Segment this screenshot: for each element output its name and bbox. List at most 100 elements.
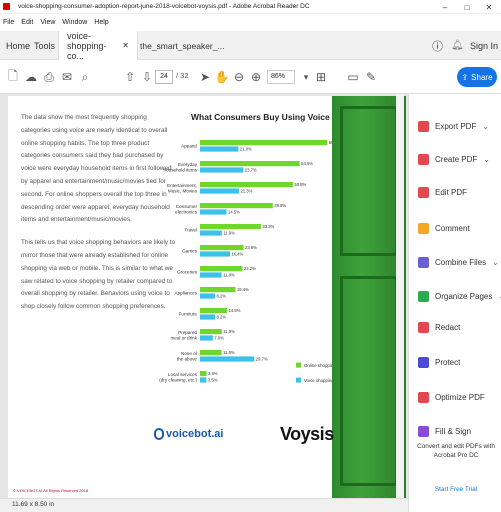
- category-label: Everyday: [178, 162, 198, 167]
- menu-view[interactable]: View: [40, 19, 55, 26]
- data-label: 29.7%: [256, 357, 268, 362]
- category-label: electronics: [175, 209, 198, 214]
- create-file-icon[interactable]: 🗋: [4, 68, 22, 86]
- tab-doc-smart-speaker[interactable]: the_smart_speaker_...: [140, 31, 225, 60]
- category-label: Games: [182, 249, 198, 254]
- category-label: meal or drink: [170, 335, 197, 340]
- tool-fill-sign[interactable]: Fill & Sign: [418, 421, 471, 441]
- zoom-in-icon[interactable]: ⊕: [247, 68, 265, 86]
- data-label: 33.3%: [262, 224, 274, 229]
- hand-tool-icon[interactable]: ✋: [213, 68, 231, 86]
- zoom-select[interactable]: 86%: [267, 70, 295, 84]
- sign-in-link[interactable]: Sign In: [470, 31, 498, 60]
- title-bar: voice-shopping-consumer-adoption-report-…: [0, 0, 501, 14]
- tools-panel: Convert and edit PDFs with Acrobat Pro D…: [408, 94, 501, 512]
- help-icon[interactable]: ⓘ: [432, 31, 443, 60]
- microphone-icon: [154, 428, 164, 440]
- share-icon: ⇪: [461, 72, 469, 82]
- chevron-down-icon[interactable]: ⌄: [483, 155, 490, 164]
- bar-online: [200, 266, 243, 272]
- tool-icon: [418, 256, 429, 268]
- window-title: voice-shopping-consumer-adoption-report-…: [18, 3, 310, 10]
- data-label: 14.5%: [228, 210, 240, 215]
- tool-icon: [418, 391, 429, 403]
- tool-create-pdf[interactable]: Create PDF ⌄: [418, 149, 490, 169]
- search-icon[interactable]: ⌕: [76, 68, 94, 86]
- vertical-scrollbar[interactable]: [396, 94, 404, 498]
- bar-online: [200, 161, 300, 167]
- start-free-trial-link[interactable]: Start Free Trial: [416, 486, 496, 493]
- category-label: Travel: [184, 228, 197, 233]
- print-icon[interactable]: ⎙: [40, 68, 58, 86]
- notification-bell-icon[interactable]: 🔔︎: [451, 31, 464, 60]
- chevron-down-icon[interactable]: ⌄: [482, 122, 489, 131]
- tool-redact[interactable]: Redact: [418, 317, 460, 337]
- data-label: 8.2%: [216, 294, 226, 299]
- data-label: 8.2%: [216, 315, 226, 320]
- data-label: 23.7%: [245, 168, 257, 173]
- bar-voice: [200, 188, 239, 194]
- tool-optimize-pdf[interactable]: Optimize PDF: [418, 387, 485, 407]
- document-viewport[interactable]: The data show the most frequently shoppi…: [0, 94, 408, 498]
- tool-export-pdf[interactable]: Export PDF ⌄: [418, 116, 489, 136]
- tool-protect[interactable]: Protect: [418, 352, 460, 372]
- pen-icon[interactable]: ✎: [362, 68, 380, 86]
- tool-label: Protect: [435, 357, 461, 367]
- category-label: Consumer: [176, 204, 198, 209]
- bar-online: [200, 203, 273, 209]
- main-toolbar: 🗋 ☁ ⎙ ✉ ⌕ ⇧ ⇩ 24 / 32 ➤ ✋ ⊖ ⊕ 86% ▾ ⊞ ▭ …: [0, 60, 501, 94]
- tool-label: Combine Files: [435, 257, 487, 267]
- data-label: 11.9%: [223, 231, 235, 236]
- bar-online: [200, 371, 207, 377]
- chevron-down-icon[interactable]: ⌄: [492, 258, 499, 267]
- data-label: 23.2%: [244, 266, 256, 271]
- bar-voice: [200, 272, 222, 278]
- tool-label: Export PDF: [435, 121, 477, 131]
- menu-edit[interactable]: Edit: [21, 19, 33, 26]
- tool-icon: [418, 186, 429, 198]
- share-button[interactable]: ⇪ Share: [457, 67, 497, 87]
- tab-tools[interactable]: Tools: [34, 31, 55, 60]
- bar-online: [200, 224, 261, 230]
- zoom-out-icon[interactable]: ⊖: [230, 68, 248, 86]
- tab-doc-voice-shopping[interactable]: voice-shopping-co... ✕: [58, 30, 138, 61]
- tab-doc-label: voice-shopping-co...: [67, 30, 107, 61]
- maximize-button[interactable]: □: [456, 0, 478, 14]
- bar-online: [200, 308, 228, 314]
- tool-organize-pages[interactable]: Organize Pages⌄: [418, 286, 501, 306]
- bar-online: [200, 182, 293, 188]
- tool-label: Fill & Sign: [435, 426, 472, 436]
- menu-help[interactable]: Help: [94, 19, 108, 26]
- data-label: 3.6%: [208, 371, 218, 376]
- menu-file[interactable]: File: [3, 19, 14, 26]
- share-label: Share: [471, 72, 493, 82]
- bar-online: [200, 245, 244, 251]
- menu-window[interactable]: Window: [62, 19, 87, 26]
- door-panel: [340, 106, 398, 256]
- voicebot-logo: voicebot.ai: [154, 428, 223, 440]
- category-label: None of: [181, 351, 198, 356]
- tool-combine-files[interactable]: Combine Files ⌄: [418, 252, 499, 272]
- page-number-input[interactable]: 24: [155, 70, 173, 84]
- tool-edit-pdf[interactable]: Edit PDF: [418, 182, 467, 202]
- close-button[interactable]: ✕: [478, 0, 500, 14]
- tab-home[interactable]: Home: [6, 31, 30, 60]
- bar-chart: Apparel69.6%21.0%Everydayhousehold items…: [159, 140, 338, 383]
- bar-voice: [200, 146, 239, 152]
- tool-icon: [418, 425, 429, 437]
- category-label: Local services: [168, 372, 198, 377]
- copyright-note: © VOICEBOT.AI All Rights Reserved 2018: [13, 488, 89, 493]
- select-cursor-icon[interactable]: ➤: [196, 68, 214, 86]
- close-tab-icon[interactable]: ✕: [122, 41, 129, 50]
- legend-swatch: [296, 377, 301, 383]
- minimize-button[interactable]: –: [434, 0, 456, 14]
- next-page-icon[interactable]: ⇩: [138, 68, 156, 86]
- legend-swatch: [296, 362, 301, 368]
- data-label: 50.8%: [294, 182, 306, 187]
- comment-icon[interactable]: ▭: [344, 68, 362, 86]
- tool-comment[interactable]: Comment: [418, 218, 470, 238]
- upload-cloud-icon[interactable]: ☁: [22, 68, 40, 86]
- email-icon[interactable]: ✉: [58, 68, 76, 86]
- previous-page-icon[interactable]: ⇧: [121, 68, 139, 86]
- fit-page-icon[interactable]: ⊞: [312, 68, 330, 86]
